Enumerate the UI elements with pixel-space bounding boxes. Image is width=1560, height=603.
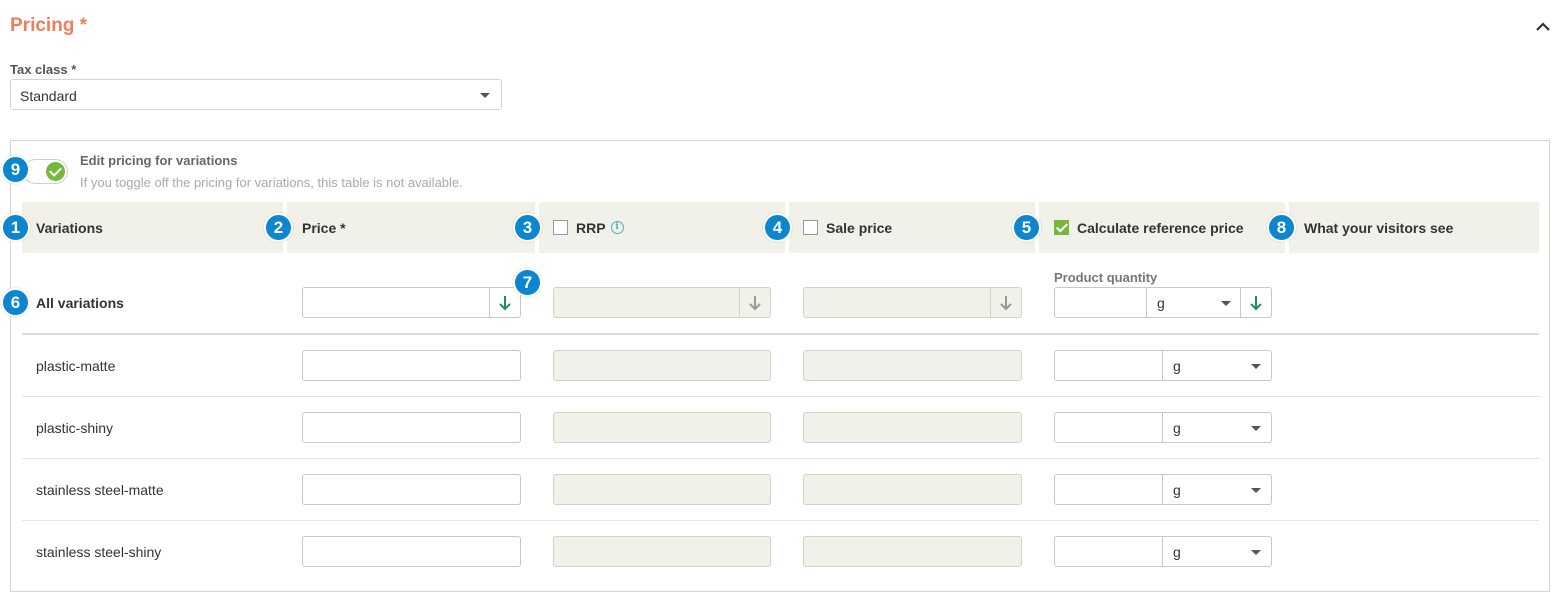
variation-sale-price-input <box>803 474 1022 505</box>
variation-unit-select[interactable]: g <box>1162 537 1271 566</box>
variation-price-input[interactable] <box>302 474 521 505</box>
annotation-badge: 8 <box>1267 213 1296 242</box>
toggle-label: Edit pricing for variations <box>80 153 238 168</box>
all-unit-value: g <box>1157 295 1165 311</box>
tax-class-value: Standard <box>20 88 77 104</box>
header-price: Price * <box>287 202 535 253</box>
header-calc-ref-label: Calculate reference price <box>1077 219 1244 236</box>
variation-label: plastic-matte <box>36 358 116 374</box>
toggle-help-text: If you toggle off the pricing for variat… <box>80 175 463 190</box>
variation-sale-price-input <box>803 350 1022 381</box>
variation-label: plastic-shiny <box>36 420 114 436</box>
variation-quantity-group[interactable]: g <box>1054 350 1272 381</box>
header-rrp-label: RRP <box>576 219 606 236</box>
header-visitors-label: What your visitors see <box>1304 219 1454 236</box>
chevron-up-icon[interactable] <box>1532 16 1554 38</box>
apply-quantity-button[interactable] <box>1240 288 1271 317</box>
apply-rrp-button <box>739 288 770 317</box>
tax-class-select[interactable]: Standard <box>10 79 502 110</box>
annotation-badge: 9 <box>1 155 30 184</box>
header-calc-ref: Calculate reference price <box>1039 202 1285 253</box>
variation-label: stainless steel-shiny <box>36 544 162 560</box>
header-variations: Variations <box>22 202 283 253</box>
variation-sale-price-input <box>803 412 1022 443</box>
variation-quantity-group[interactable]: g <box>1054 536 1272 567</box>
variation-unit-value: g <box>1173 420 1181 436</box>
tax-class-label: Tax class * <box>10 62 77 77</box>
header-visitors: What your visitors see <box>1289 202 1539 253</box>
all-unit-select[interactable]: g <box>1146 288 1241 317</box>
variation-unit-value: g <box>1173 358 1181 374</box>
arrow-down-icon <box>499 295 511 310</box>
annotation-badge: 6 <box>1 288 30 317</box>
variation-rrp-input <box>553 350 771 381</box>
variation-price-input[interactable] <box>302 412 521 443</box>
header-variations-label: Variations <box>36 219 103 236</box>
variation-sale-price-input <box>803 536 1022 567</box>
apply-sale-price-button <box>990 288 1021 317</box>
header-price-label: Price * <box>302 219 346 236</box>
sale-price-checkbox[interactable] <box>803 220 818 235</box>
annotation-badge: 2 <box>264 213 293 242</box>
caret-down-icon <box>1251 550 1261 555</box>
caret-down-icon <box>1251 488 1261 493</box>
annotation-badge: 3 <box>513 213 542 242</box>
all-sale-price-input <box>803 287 1022 318</box>
variation-rrp-input <box>553 412 771 443</box>
variation-quantity-group[interactable]: g <box>1054 474 1272 505</box>
variation-unit-value: g <box>1173 482 1181 498</box>
row-divider <box>22 520 1539 521</box>
variation-unit-select[interactable]: g <box>1162 413 1271 442</box>
calc-ref-checkbox[interactable] <box>1054 220 1069 235</box>
annotation-badge: 5 <box>1012 213 1041 242</box>
all-rrp-input <box>553 287 771 318</box>
product-quantity-label: Product quantity <box>1054 270 1158 285</box>
all-variations-label: All variations <box>36 295 124 311</box>
variation-unit-select[interactable]: g <box>1162 351 1271 380</box>
row-divider <box>22 396 1539 397</box>
info-icon[interactable]: i <box>610 221 624 234</box>
header-sale-price-label: Sale price <box>826 219 893 236</box>
caret-down-icon <box>480 93 490 98</box>
all-quantity-group[interactable]: g <box>1054 287 1272 318</box>
annotation-badge: 7 <box>513 268 542 297</box>
arrow-down-icon <box>1000 295 1012 310</box>
check-icon <box>46 162 65 181</box>
arrow-down-icon <box>1250 295 1262 310</box>
apply-price-button[interactable] <box>489 288 520 317</box>
row-divider <box>22 458 1539 459</box>
caret-down-icon <box>1221 301 1231 306</box>
annotation-badge: 4 <box>763 213 792 242</box>
variation-rrp-input <box>553 474 771 505</box>
section-title: Pricing * <box>10 15 88 36</box>
caret-down-icon <box>1251 364 1261 369</box>
variation-quantity-group[interactable]: g <box>1054 412 1272 443</box>
variation-unit-select[interactable]: g <box>1162 475 1271 504</box>
rrp-checkbox[interactable] <box>553 220 568 235</box>
variation-price-input[interactable] <box>302 350 521 381</box>
variation-price-input[interactable] <box>302 536 521 567</box>
variation-label: stainless steel-matte <box>36 482 164 498</box>
all-variations-divider <box>22 333 1539 335</box>
variation-rrp-input <box>553 536 771 567</box>
annotation-badge: 1 <box>1 213 30 242</box>
header-rrp: RRP i <box>539 202 785 253</box>
header-sale-price: Sale price <box>789 202 1035 253</box>
variation-unit-value: g <box>1173 544 1181 560</box>
arrow-down-icon <box>749 295 761 310</box>
caret-down-icon <box>1251 426 1261 431</box>
all-price-input[interactable] <box>302 287 521 318</box>
